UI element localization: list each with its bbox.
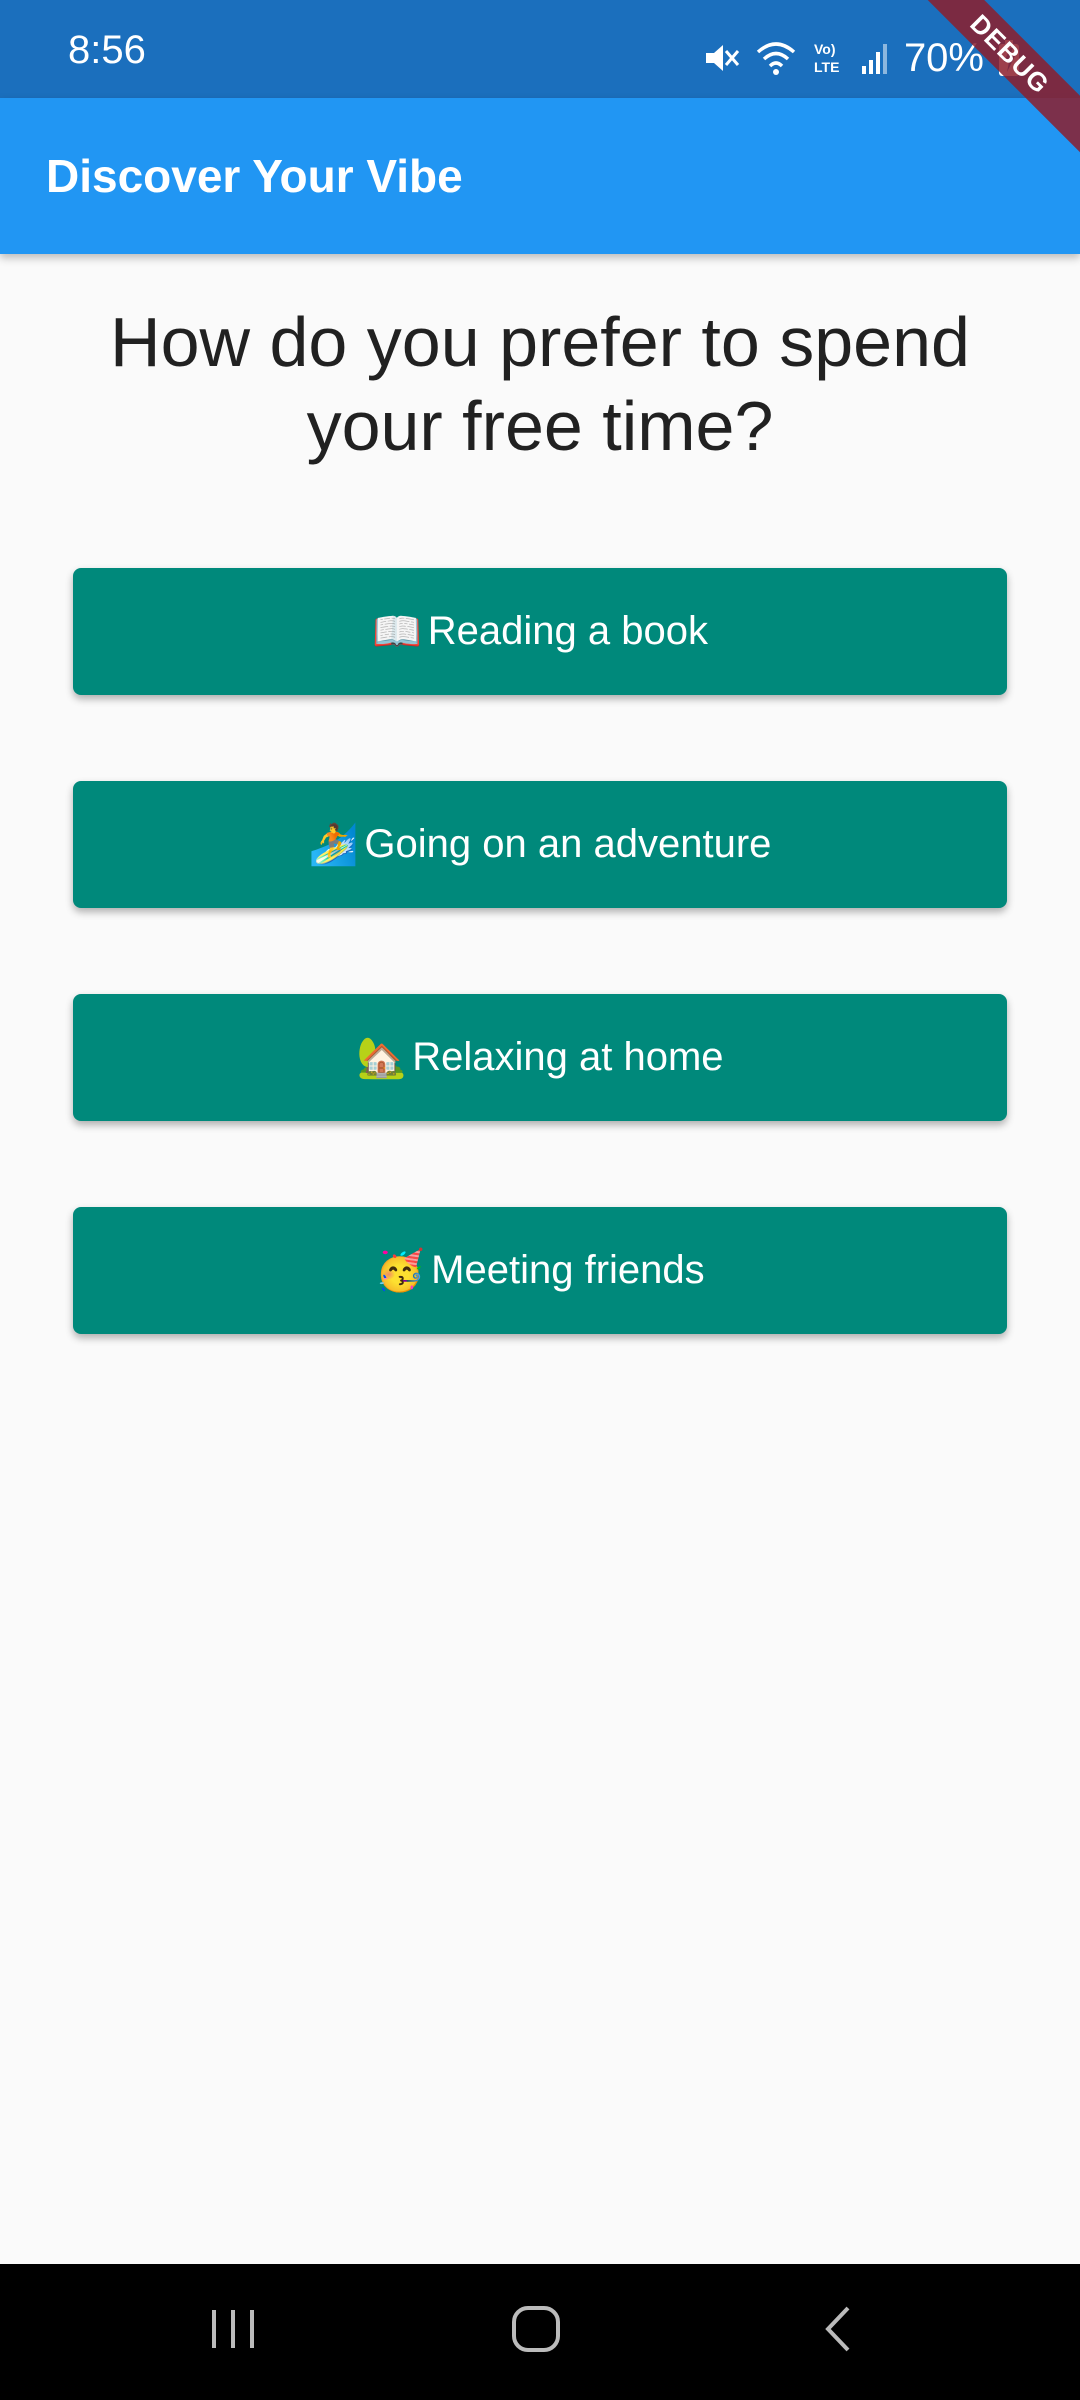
svg-text:LTE: LTE bbox=[814, 59, 839, 75]
status-bar: 8:56 Vo) LTE 70% bbox=[0, 0, 1080, 98]
svg-text:Vo): Vo) bbox=[814, 41, 836, 57]
volte-icon: Vo) LTE bbox=[812, 38, 846, 78]
back-icon[interactable] bbox=[818, 2294, 858, 2364]
app-bar: Discover Your Vibe bbox=[0, 98, 1080, 254]
mute-icon bbox=[700, 38, 740, 78]
option-home-button[interactable]: 🏡 Relaxing at home bbox=[73, 994, 1007, 1121]
battery-percent: 70% bbox=[903, 36, 984, 80]
option-label: Meeting friends bbox=[431, 1248, 705, 1292]
home-icon[interactable] bbox=[508, 2294, 568, 2364]
recent-apps-icon[interactable] bbox=[208, 2294, 258, 2364]
status-time: 8:56 bbox=[68, 28, 146, 72]
book-icon: 📖 bbox=[371, 609, 422, 654]
wifi-icon bbox=[754, 38, 798, 78]
system-nav-bar bbox=[0, 2264, 1080, 2400]
option-label: Relaxing at home bbox=[412, 1035, 724, 1079]
option-reading-button[interactable]: 📖 Reading a book bbox=[73, 568, 1007, 695]
question-text: How do you prefer to spend your free tim… bbox=[110, 303, 970, 465]
app-bar-title: Discover Your Vibe bbox=[46, 150, 463, 202]
party-face-icon: 🥳 bbox=[375, 1248, 426, 1293]
option-list: 📖 Reading a book 🏄 Going on an adventure… bbox=[73, 568, 1007, 1420]
option-adventure-button[interactable]: 🏄 Going on an adventure bbox=[73, 781, 1007, 908]
surfer-icon: 🏄 bbox=[308, 822, 359, 867]
option-label: Going on an adventure bbox=[364, 822, 772, 866]
signal-icon bbox=[860, 38, 890, 78]
option-label: Reading a book bbox=[427, 609, 709, 653]
option-friends-button[interactable]: 🥳 Meeting friends bbox=[73, 1207, 1007, 1334]
status-icons: Vo) LTE 70% bbox=[700, 28, 1020, 88]
house-icon: 🏡 bbox=[356, 1035, 407, 1080]
battery-charging-icon bbox=[998, 38, 1020, 78]
